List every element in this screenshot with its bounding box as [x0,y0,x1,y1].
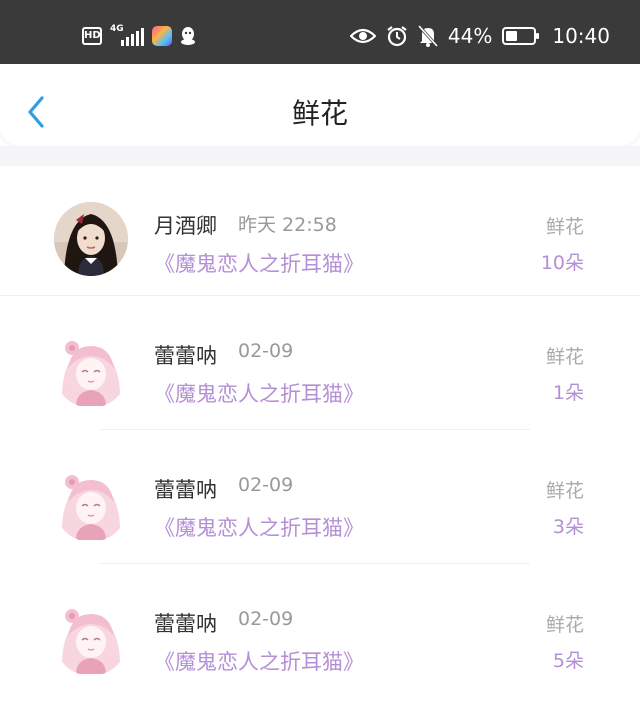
list-item[interactable]: 蕾蕾呐 02-09 《魔鬼恋人之折耳猫》 鲜花 1朵 [0,296,640,430]
gift-time: 02-09 [238,474,294,496]
book-title[interactable]: 《魔鬼恋人之折耳猫》 [154,378,364,408]
anime-avatar [54,334,128,408]
signal-icon: 4G [110,24,144,46]
book-title[interactable]: 《魔鬼恋人之折耳猫》 [154,248,364,278]
qq-icon [181,27,195,45]
book-title[interactable]: 《魔鬼恋人之折耳猫》 [154,646,364,676]
battery-icon [502,27,540,45]
gift-count: 3朵 [552,516,584,538]
gift-count: 10朵 [540,252,584,274]
gift-time: 02-09 [238,608,294,630]
avatar[interactable] [54,202,128,276]
avatar[interactable] [54,334,128,408]
status-left: HD 4G [82,24,196,46]
app-icon [152,26,172,46]
gift-type: 鲜花 [545,480,584,502]
anime-avatar [54,602,128,676]
user-name: 月酒卿 [154,214,217,238]
gift-count: 1朵 [552,382,584,404]
battery-level-fill [506,31,518,41]
navigation-header: 鲜花 [0,64,640,146]
book-title[interactable]: 《魔鬼恋人之折耳猫》 [154,512,364,542]
gift-type: 鲜花 [545,346,584,368]
status-right: 44% 10:40 [349,24,610,48]
status-bar: HD 4G 44% 10:40 [0,0,640,64]
gift-time: 昨天 22:58 [238,214,337,236]
avatar[interactable] [54,468,128,542]
gift-time: 02-09 [238,340,294,362]
eye-icon [349,28,376,44]
list-item[interactable]: 月酒卿 昨天 22:58 《魔鬼恋人之折耳猫》 鲜花 10朵 [0,166,640,296]
clock: 10:40 [552,24,610,48]
avatar[interactable] [54,602,128,676]
battery-percent: 44% [447,24,493,48]
page-title: 鲜花 [291,97,348,130]
anime-avatar [54,468,128,542]
gift-type: 鲜花 [545,216,584,238]
list-item[interactable]: 蕾蕾呐 02-09 《魔鬼恋人之折耳猫》 鲜花 5朵 [0,564,640,698]
gift-type: 鲜花 [545,614,584,636]
alarm-icon [387,26,407,47]
gift-count: 5朵 [552,650,584,672]
photo-avatar [54,202,128,276]
flower-record-list: 月酒卿 昨天 22:58 《魔鬼恋人之折耳猫》 鲜花 10朵 蕾蕾呐 02-09… [0,166,640,698]
section-gap [0,146,640,166]
user-name: 蕾蕾呐 [154,612,217,636]
list-item[interactable]: 蕾蕾呐 02-09 《魔鬼恋人之折耳猫》 鲜花 3朵 [0,430,640,564]
user-name: 蕾蕾呐 [154,344,217,368]
user-name: 蕾蕾呐 [154,478,217,502]
bell-off-icon [417,25,438,47]
hd-icon: HD [82,27,102,45]
